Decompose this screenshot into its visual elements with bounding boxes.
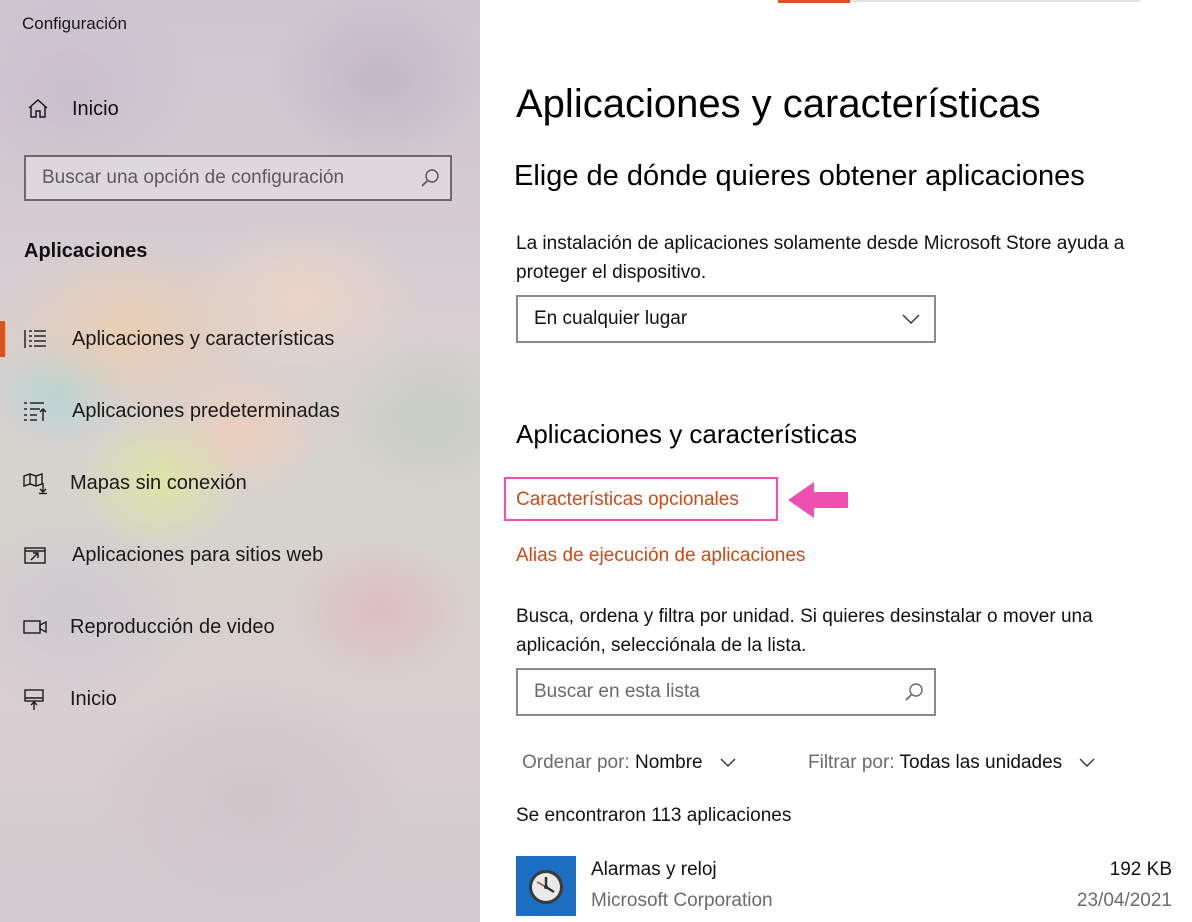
app-list-item[interactable]: Alarmas y reloj Microsoft Corporation 19… bbox=[516, 852, 1192, 922]
app-name: Alarmas y reloj bbox=[591, 859, 717, 880]
app-size: 192 KB bbox=[1109, 859, 1172, 880]
highlight-box: Características opcionales bbox=[504, 477, 778, 521]
sidebar-item-label: Inicio bbox=[70, 688, 117, 710]
home-icon bbox=[28, 98, 48, 118]
search-icon[interactable] bbox=[904, 682, 924, 702]
sidebar-item-default-apps[interactable]: Aplicaciones predeterminadas bbox=[0, 389, 480, 433]
page-title: Aplicaciones y características bbox=[516, 82, 1041, 126]
sidebar-item-apps-features[interactable]: Aplicaciones y características bbox=[0, 317, 480, 361]
sidebar-item-label: Aplicaciones y características bbox=[72, 328, 335, 350]
sidebar-section-title: Aplicaciones bbox=[24, 240, 148, 262]
apps-description: Busca, ordena y filtra por unidad. Si qu… bbox=[516, 606, 1093, 656]
sidebar-home-label: Inicio bbox=[72, 98, 119, 120]
chevron-down-icon bbox=[720, 758, 736, 767]
sidebar-item-video-playback[interactable]: Reproducción de video bbox=[0, 605, 480, 649]
app-source-dropdown[interactable]: En cualquier lugar bbox=[516, 295, 936, 343]
alarm-clock-icon bbox=[529, 870, 563, 904]
settings-search-box[interactable] bbox=[24, 155, 452, 201]
app-source-heading: Elige de dónde quieres obtener aplicacio… bbox=[514, 160, 1085, 192]
sidebar-home[interactable]: Inicio bbox=[0, 88, 480, 130]
settings-search-input[interactable] bbox=[26, 157, 422, 199]
filter-dropdown[interactable]: Filtrar por: Todas las unidades bbox=[808, 752, 1095, 774]
search-icon[interactable] bbox=[420, 168, 440, 188]
main-content: Aplicaciones y características Elige de … bbox=[480, 0, 1192, 922]
app-list-search-box[interactable] bbox=[516, 668, 936, 716]
sidebar-item-label: Reproducción de video bbox=[70, 616, 275, 638]
app-install-date: 23/04/2021 bbox=[1076, 890, 1172, 911]
startup-icon bbox=[24, 689, 44, 710]
video-camera-icon bbox=[23, 620, 47, 634]
offline-map-icon bbox=[23, 473, 47, 495]
pointer-arrow-icon bbox=[788, 482, 848, 518]
default-apps-icon bbox=[24, 402, 47, 421]
app-list-search-input[interactable] bbox=[518, 670, 904, 714]
sidebar: Configuración Inicio Aplicaciones Aplica… bbox=[0, 0, 480, 922]
filter-value: Todas las unidades bbox=[899, 752, 1063, 773]
top-tab-indicator bbox=[778, 0, 850, 3]
window-title: Configuración bbox=[22, 14, 127, 33]
app-source-description: La instalación de aplicaciones solamente… bbox=[516, 233, 1125, 283]
sort-dropdown[interactable]: Ordenar por: Nombre bbox=[522, 752, 736, 774]
selected-indicator bbox=[0, 321, 5, 357]
sidebar-item-startup[interactable]: Inicio bbox=[0, 677, 480, 721]
sort-value: Nombre bbox=[635, 752, 703, 773]
results-count: Se encontraron 113 aplicaciones bbox=[516, 805, 792, 826]
sidebar-item-offline-maps[interactable]: Mapas sin conexión bbox=[0, 461, 480, 505]
sidebar-item-apps-for-websites[interactable]: Aplicaciones para sitios web bbox=[0, 533, 480, 577]
sort-label: Ordenar por: bbox=[522, 752, 630, 773]
filter-label: Filtrar por: bbox=[808, 752, 895, 773]
app-tile bbox=[516, 856, 576, 916]
apps-for-websites-icon bbox=[24, 547, 46, 564]
app-execution-alias-link[interactable]: Alias de ejecución de aplicaciones bbox=[516, 545, 805, 567]
optional-features-link[interactable]: Características opcionales bbox=[516, 489, 739, 511]
sidebar-item-label: Aplicaciones para sitios web bbox=[72, 544, 324, 566]
app-source-dropdown-value: En cualquier lugar bbox=[534, 308, 688, 329]
top-divider bbox=[850, 0, 1140, 2]
sidebar-item-label: Mapas sin conexión bbox=[70, 472, 247, 494]
apps-features-heading: Aplicaciones y características bbox=[516, 419, 858, 449]
app-publisher: Microsoft Corporation bbox=[591, 890, 773, 911]
sidebar-item-label: Aplicaciones predeterminadas bbox=[72, 400, 340, 422]
chevron-down-icon bbox=[902, 314, 920, 324]
apps-features-list-icon bbox=[24, 330, 46, 348]
chevron-down-icon bbox=[1079, 758, 1095, 767]
